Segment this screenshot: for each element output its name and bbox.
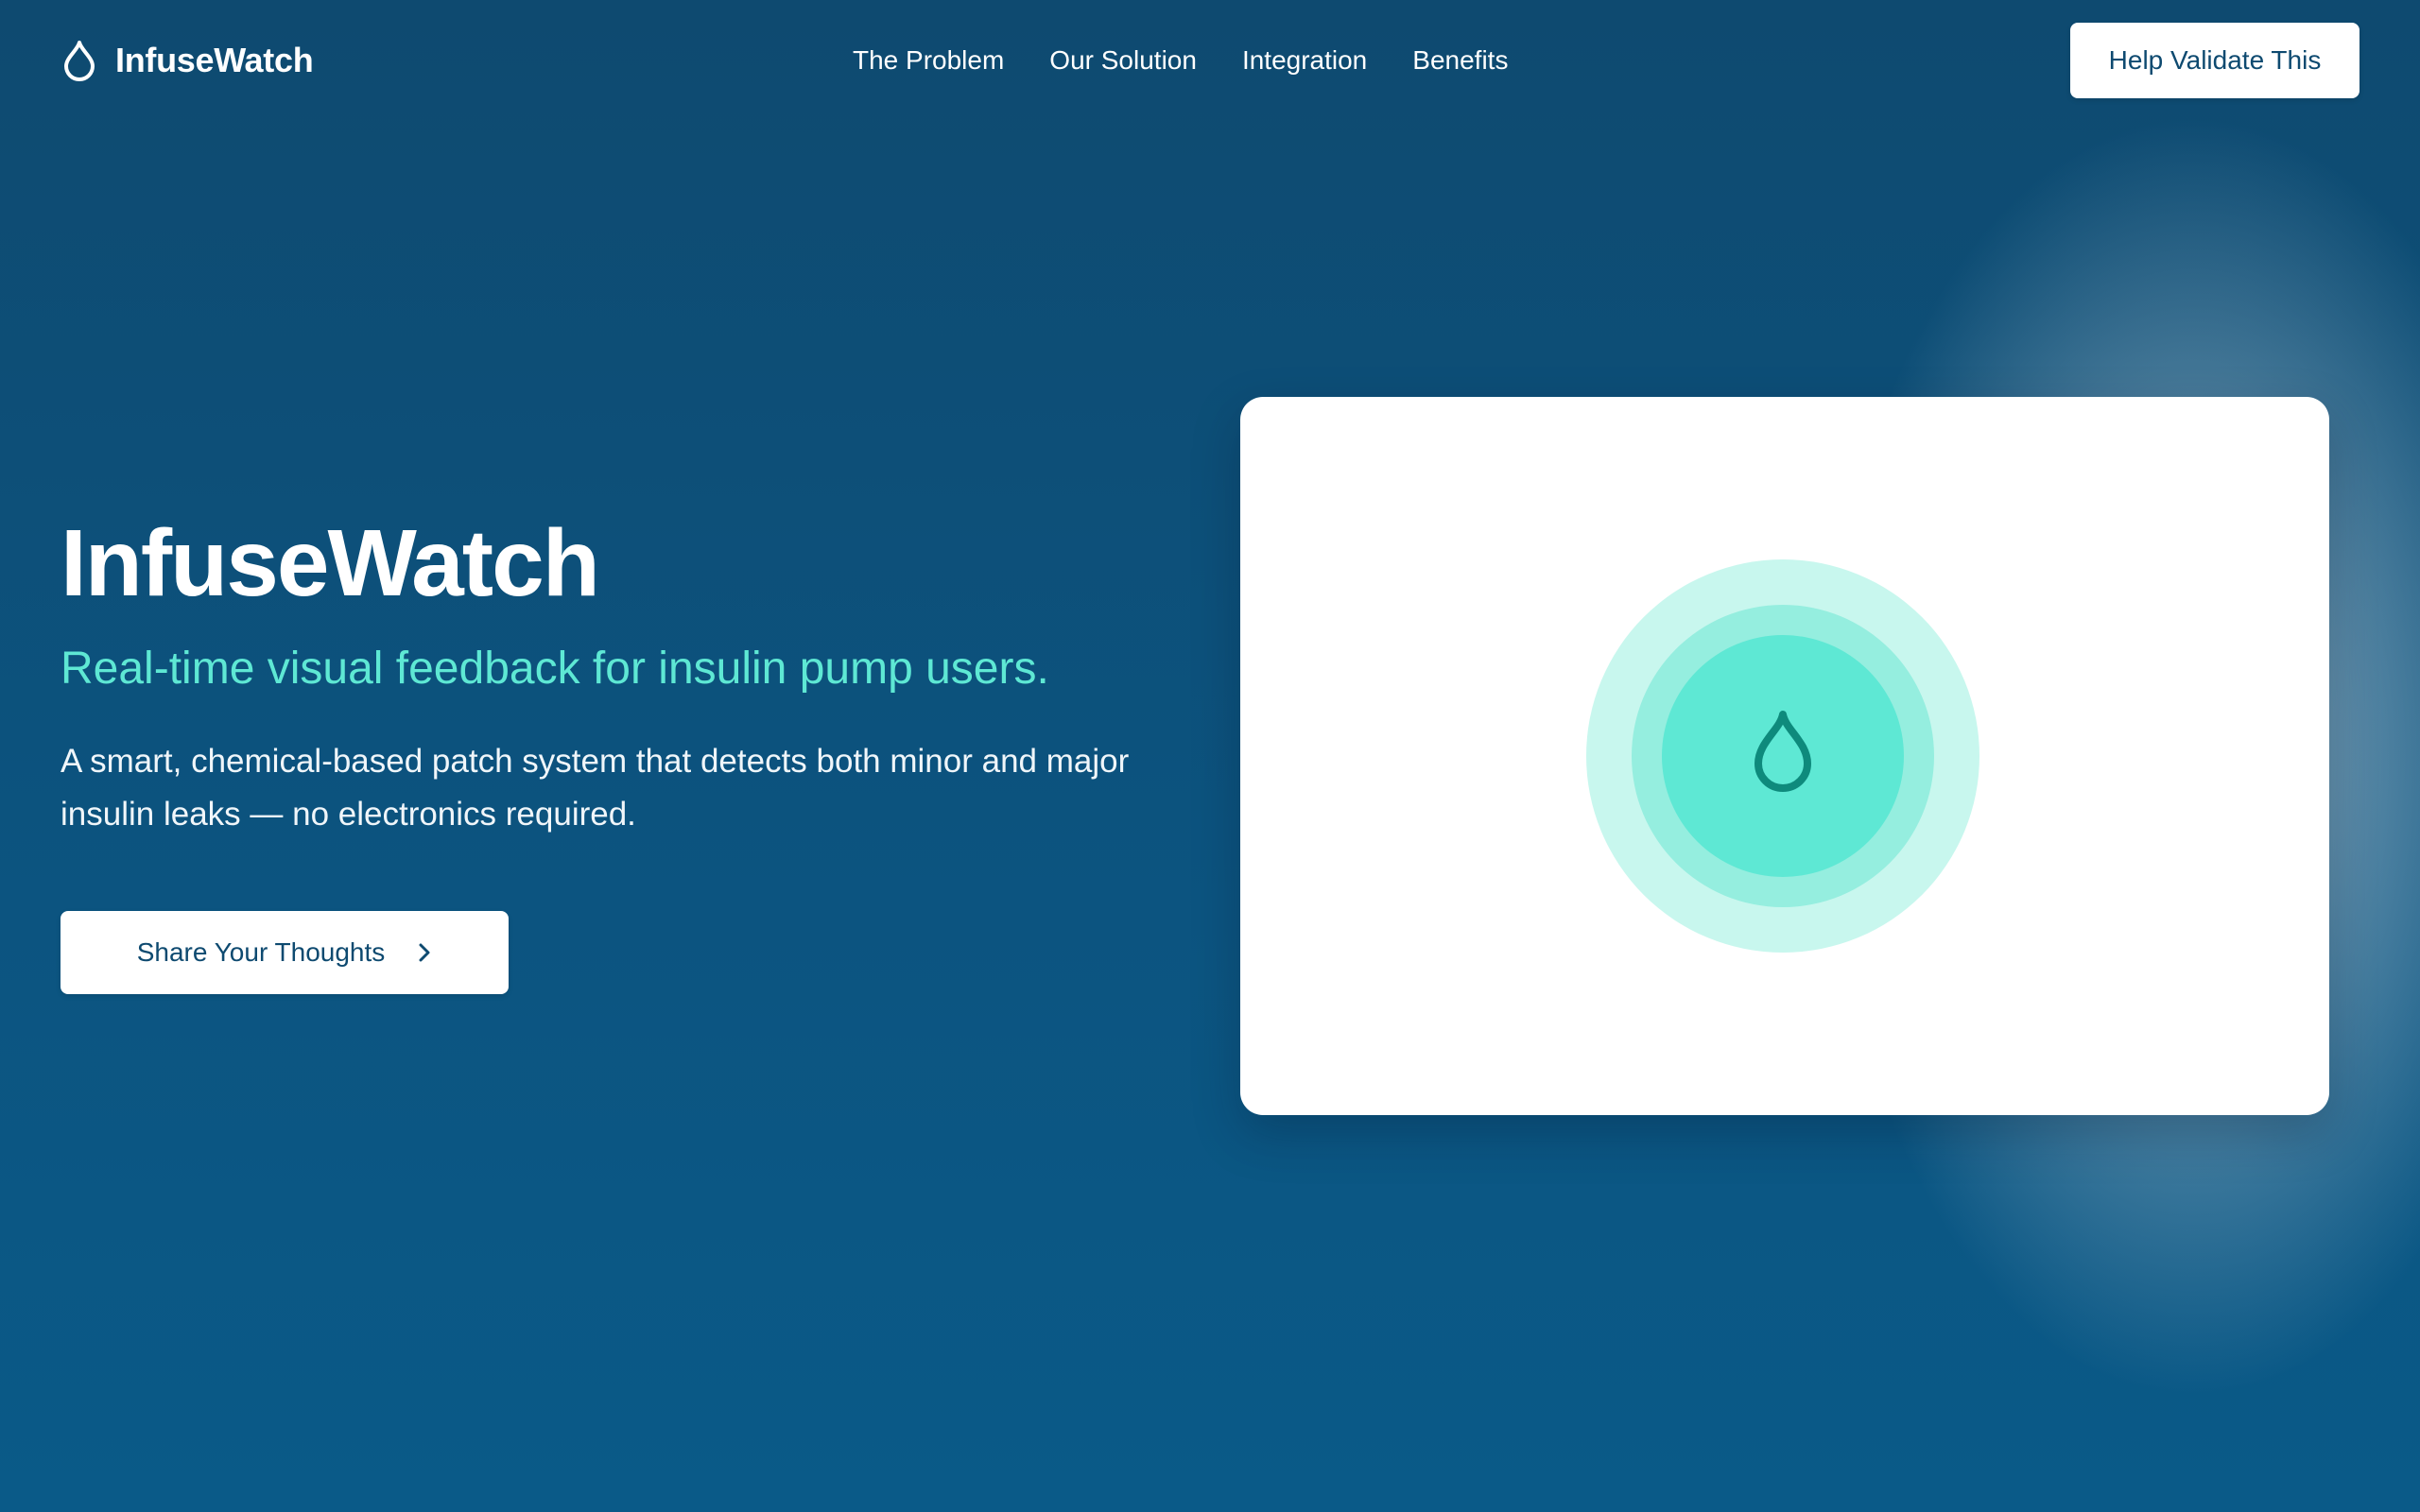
share-thoughts-label: Share Your Thoughts: [136, 937, 386, 967]
nav-link-benefits[interactable]: Benefits: [1412, 42, 1508, 79]
nav-link-our-solution[interactable]: Our Solution: [1049, 42, 1197, 79]
help-validate-button[interactable]: Help Validate This: [2070, 23, 2360, 98]
illustration-card: [1240, 397, 2329, 1115]
brand-name: InfuseWatch: [115, 41, 314, 79]
nav-links: The Problem Our Solution Integration Ben…: [853, 42, 1508, 79]
brand-logo[interactable]: InfuseWatch: [60, 38, 314, 83]
nav-link-the-problem[interactable]: The Problem: [853, 42, 1004, 79]
share-thoughts-button[interactable]: Share Your Thoughts: [60, 911, 509, 994]
hero-description: A smart, chemical-based patch system tha…: [60, 743, 1130, 833]
nav-link-integration[interactable]: Integration: [1242, 42, 1367, 79]
top-navbar: InfuseWatch The Problem Our Solution Int…: [0, 0, 2420, 121]
hero-title: InfuseWatch: [60, 510, 600, 616]
droplet-icon: [1754, 711, 1811, 792]
droplet-rings-illustration: [1586, 559, 1979, 953]
hero-subtitle: Real-time visual feedback for insulin pu…: [60, 644, 1049, 694]
hero-section: InfuseWatch Real-time visual feedback fo…: [60, 507, 1195, 994]
chevron-right-icon: [417, 941, 432, 964]
droplet-icon: [60, 39, 98, 82]
